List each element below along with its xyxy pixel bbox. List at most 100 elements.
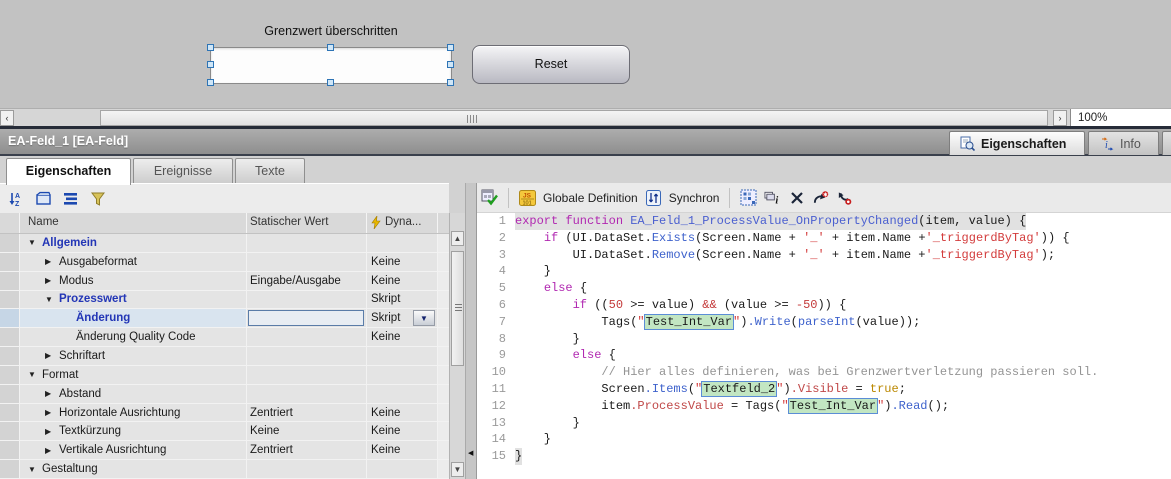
property-name-cell[interactable]: ▶Vertikale Ausrichtung: [20, 441, 247, 459]
grid-snippets-icon[interactable]: [740, 189, 757, 206]
dynamization-dropdown-button[interactable]: ▼: [413, 310, 435, 326]
package-icon[interactable]: [35, 190, 52, 207]
selection-handle[interactable]: [207, 79, 214, 86]
property-row[interactable]: ▶ModusEingabe/AusgabeKeine: [0, 272, 449, 291]
static-value-cell[interactable]: Eingabe/Ausgabe: [247, 272, 367, 290]
static-value-cell[interactable]: [247, 291, 367, 309]
column-header-name[interactable]: Name: [20, 213, 247, 233]
collapse-arrow-icon[interactable]: ▼: [45, 295, 54, 304]
dynamization-cell[interactable]: [367, 347, 438, 365]
property-name-cell[interactable]: ▶Schriftart: [20, 347, 247, 365]
static-value-input[interactable]: [248, 310, 364, 326]
code-line[interactable]: 11 Screen.Items("Textfeld_2").Visible = …: [477, 381, 1171, 398]
code-line[interactable]: 10 // Hier alles definieren, was bei Gre…: [477, 364, 1171, 381]
expand-arrow-icon[interactable]: ▶: [45, 427, 54, 436]
property-row[interactable]: ▼Gestaltung: [0, 460, 449, 479]
dynamization-cell[interactable]: Keine: [367, 422, 438, 440]
collapse-arrow-icon[interactable]: ▼: [28, 238, 37, 247]
property-name-cell[interactable]: ▶Ausgabeformat: [20, 253, 247, 271]
inspector-tab-info[interactable]: i Info: [1088, 131, 1159, 155]
property-name-cell[interactable]: ▶Horizontale Ausrichtung: [20, 404, 247, 422]
collapse-left-icon[interactable]: ◀: [468, 449, 473, 457]
vertical-scrollbar-thumb[interactable]: [451, 251, 464, 366]
reset-button-widget[interactable]: Reset: [472, 45, 630, 84]
expand-arrow-icon[interactable]: ▶: [45, 389, 54, 398]
property-name-cell[interactable]: ▶Textkürzung: [20, 422, 247, 440]
tab-eigenschaften[interactable]: Eigenschaften: [6, 158, 131, 185]
screen-editor-canvas[interactable]: Grenzwert überschritten Reset: [0, 0, 1171, 108]
scroll-left-button[interactable]: ‹: [0, 110, 14, 126]
tag-reference[interactable]: Test_Int_Var: [788, 398, 878, 414]
property-name-cell[interactable]: ▶Modus: [20, 272, 247, 290]
expand-arrow-icon[interactable]: ▶: [45, 276, 54, 285]
code-line[interactable]: 3 UI.DataSet.Remove(Screen.Name + '_' + …: [477, 247, 1171, 264]
property-name-cell[interactable]: ▶Abstand: [20, 385, 247, 403]
code-line[interactable]: 1export function EA_Feld_1_ProcessValue_…: [477, 213, 1171, 230]
expand-arrow-icon[interactable]: ▶: [45, 257, 54, 266]
property-row[interactable]: ▶Schriftart: [0, 347, 449, 366]
tab-ereignisse[interactable]: Ereignisse: [133, 158, 233, 183]
save-check-icon[interactable]: [481, 189, 498, 206]
property-row[interactable]: ▼ProzesswertSkript: [0, 291, 449, 310]
undo-breakpoint-icon[interactable]: [836, 189, 853, 206]
selection-handle[interactable]: [327, 79, 334, 86]
zoom-level-field[interactable]: 100%: [1070, 109, 1171, 127]
selection-handle[interactable]: [447, 61, 454, 68]
static-value-cell[interactable]: [247, 366, 367, 384]
inspector-tab-eigenschaften[interactable]: Eigenschaften: [949, 131, 1085, 155]
filter-icon[interactable]: [89, 190, 106, 207]
dynamization-cell[interactable]: [367, 366, 438, 384]
horizontal-scrollbar-thumb[interactable]: [100, 110, 1048, 126]
property-name-cell[interactable]: ▼Prozesswert: [20, 291, 247, 309]
code-line[interactable]: 2 if (UI.DataSet.Exists(Screen.Name + '_…: [477, 230, 1171, 247]
static-value-cell[interactable]: [247, 328, 367, 346]
dynamization-cell[interactable]: Keine: [367, 253, 438, 271]
code-line[interactable]: 6 if ((50 >= value) && (value >= -50)) {: [477, 297, 1171, 314]
property-row[interactable]: ▶TextkürzungKeineKeine: [0, 422, 449, 441]
static-value-cell[interactable]: Zentriert: [247, 441, 367, 459]
tab-texte[interactable]: Texte: [235, 158, 305, 183]
collapse-arrow-icon[interactable]: ▼: [28, 465, 37, 474]
inspector-tab-partial[interactable]: [1162, 131, 1171, 155]
property-name-cell[interactable]: ▼Allgemein: [20, 234, 247, 252]
static-value-cell[interactable]: Keine: [247, 422, 367, 440]
delete-x-icon[interactable]: [788, 189, 805, 206]
code-line[interactable]: 5 else {: [477, 280, 1171, 297]
selection-handle[interactable]: [447, 79, 454, 86]
expand-arrow-icon[interactable]: ▶: [45, 408, 54, 417]
property-row[interactable]: ▶Ausgabeformat Keine: [0, 253, 449, 272]
scroll-up-button[interactable]: ▲: [451, 231, 464, 246]
dynamization-cell[interactable]: Keine: [367, 441, 438, 459]
static-value-cell[interactable]: [247, 385, 367, 403]
synchron-button[interactable]: Synchron: [669, 191, 720, 205]
sync-icon[interactable]: [645, 189, 662, 206]
property-name-cell[interactable]: ▼Format: [20, 366, 247, 384]
code-line[interactable]: 9 else {: [477, 347, 1171, 364]
selection-handle[interactable]: [207, 61, 214, 68]
dynamization-cell[interactable]: [367, 385, 438, 403]
js-script-icon[interactable]: JS101: [519, 189, 536, 206]
code-line[interactable]: 7 Tags("Test_Int_Var").Write(parseInt(va…: [477, 314, 1171, 331]
property-row[interactable]: ▶Abstand: [0, 385, 449, 404]
dynamization-cell[interactable]: Keine: [367, 328, 438, 346]
column-header-static[interactable]: Statischer Wert: [247, 213, 367, 233]
static-value-cell[interactable]: [247, 347, 367, 365]
property-name-cell[interactable]: Änderung: [20, 309, 247, 327]
property-row[interactable]: ▶Vertikale AusrichtungZentriertKeine: [0, 441, 449, 460]
code-line[interactable]: 13 }: [477, 415, 1171, 432]
dynamization-cell[interactable]: Skript▼: [367, 309, 438, 327]
expand-arrow-icon[interactable]: ▶: [45, 446, 54, 455]
property-name-cell[interactable]: Änderung Quality Code: [20, 328, 247, 346]
category-list-icon[interactable]: [62, 190, 79, 207]
collapse-arrow-icon[interactable]: ▼: [28, 370, 37, 379]
static-value-cell[interactable]: [247, 309, 367, 327]
property-row[interactable]: Änderung Skript▼: [0, 309, 449, 328]
tag-reference[interactable]: Textfeld_2: [701, 381, 777, 397]
globale-definition-button[interactable]: Globale Definition: [543, 191, 638, 205]
selection-handle[interactable]: [207, 44, 214, 51]
tag-reference[interactable]: Test_Int_Var: [644, 314, 734, 330]
scroll-right-button[interactable]: ›: [1053, 110, 1067, 126]
dynamization-cell[interactable]: Keine: [367, 404, 438, 422]
dynamization-cell[interactable]: [367, 460, 438, 478]
pane-splitter[interactable]: ◀ ▶: [465, 183, 477, 479]
